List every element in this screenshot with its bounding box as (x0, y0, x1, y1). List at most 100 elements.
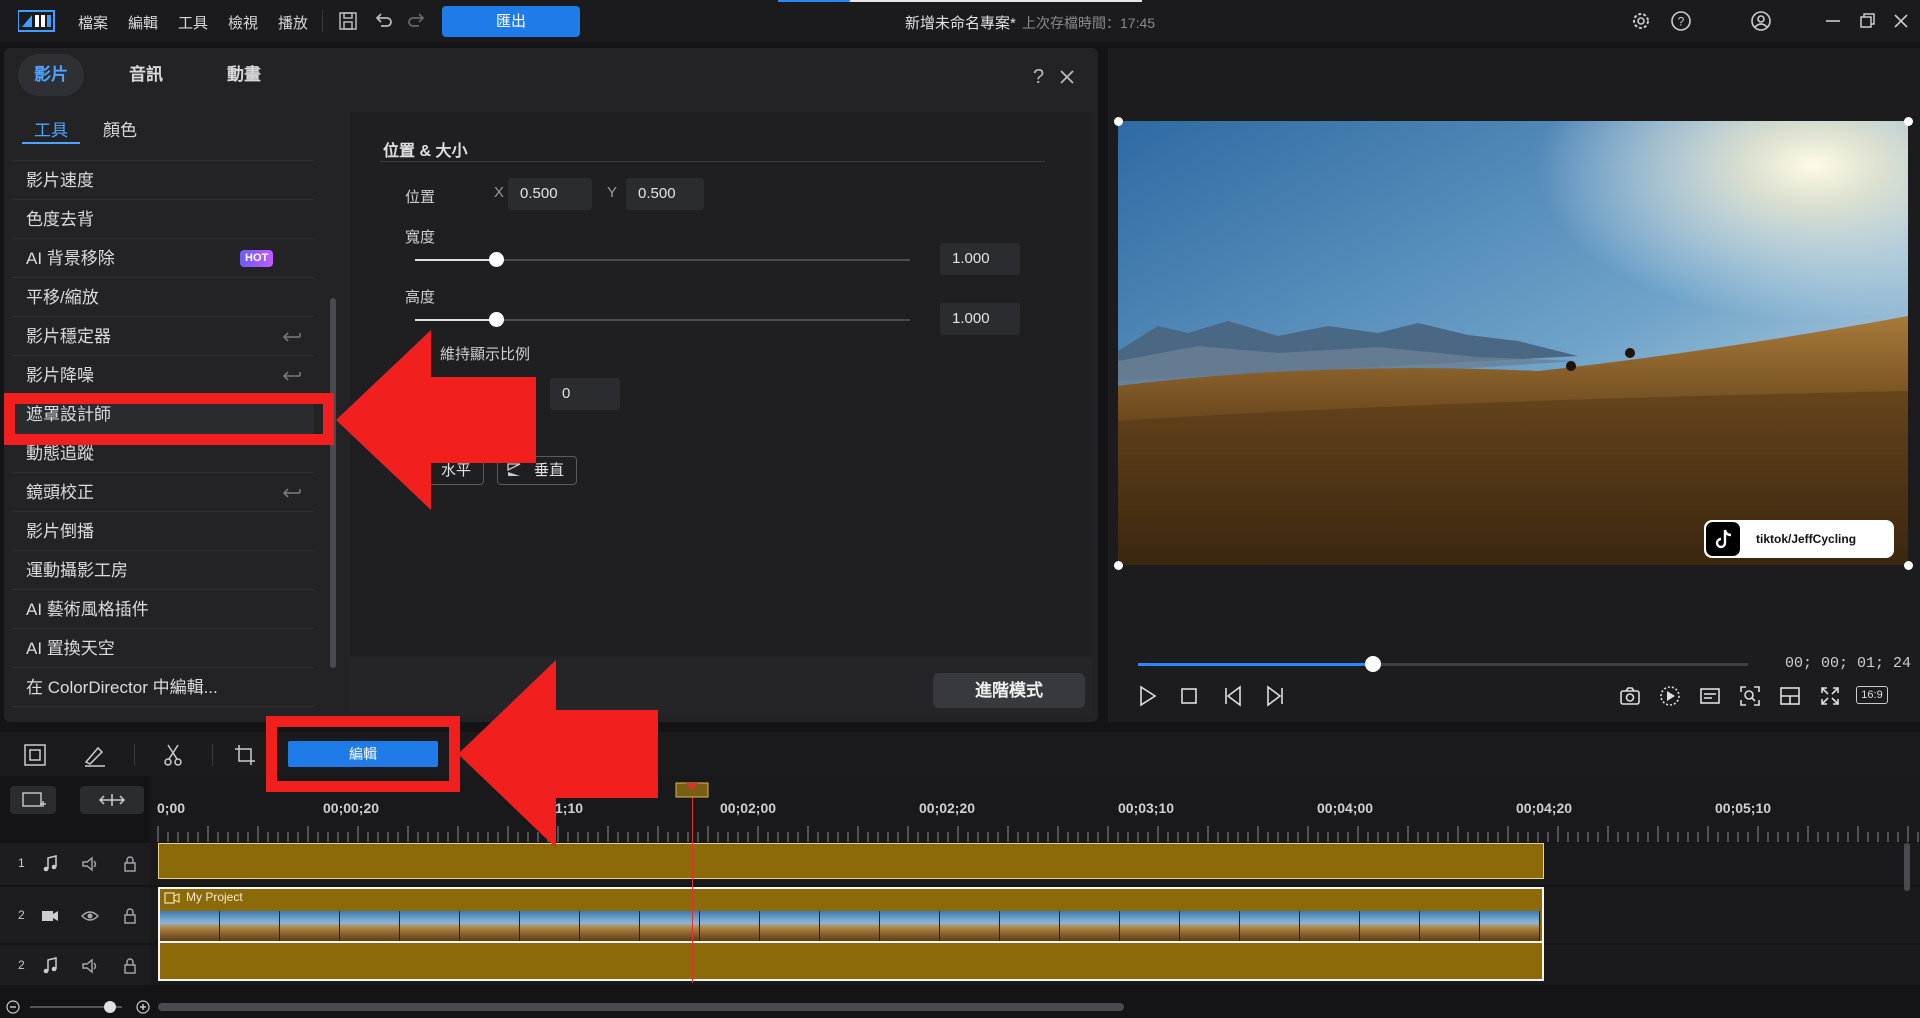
draw-icon[interactable] (82, 742, 108, 768)
audio-clip[interactable] (158, 843, 1544, 879)
menu-tools[interactable]: 工具 (178, 12, 208, 33)
rotation-input[interactable]: 0 (550, 378, 620, 410)
resize-handle[interactable] (1114, 117, 1123, 126)
timeline-vertical-scrollbar[interactable] (1904, 843, 1910, 891)
resize-handle[interactable] (1904, 561, 1913, 570)
menu-view[interactable]: 檢視 (228, 12, 258, 33)
restore-icon[interactable] (1856, 10, 1878, 32)
height-slider-handle[interactable] (489, 312, 504, 327)
width-slider-handle[interactable] (489, 252, 504, 267)
tool-action-camera-center[interactable]: 運動攝影工房 (12, 551, 314, 590)
subtitle-icon[interactable] (1698, 684, 1722, 708)
fullscreen-icon[interactable] (1818, 684, 1842, 708)
advanced-mode-button[interactable]: 進階模式 (933, 673, 1085, 708)
stop-icon[interactable] (1177, 684, 1201, 708)
tab-audio[interactable]: 音訊 (116, 54, 176, 96)
aspect-ratio-button[interactable]: 16:9 (1856, 686, 1888, 704)
tool-label: 運動攝影工房 (26, 561, 128, 580)
tool-label: AI 藝術風格插件 (26, 600, 149, 619)
tool-video-speed[interactable]: 影片速度 (12, 161, 314, 200)
next-frame-icon[interactable] (1262, 684, 1286, 708)
filmstrip-thumbnail (400, 911, 460, 941)
speaker-icon[interactable] (80, 956, 100, 976)
toolbar-divider (212, 744, 213, 766)
zoom-slider-handle[interactable] (104, 1001, 116, 1013)
previous-frame-icon[interactable] (1222, 684, 1246, 708)
resize-handle[interactable] (1904, 117, 1913, 126)
music-note-icon (43, 855, 57, 872)
ruler-label: 00;02;20 (919, 800, 976, 816)
snapshot-icon[interactable] (1618, 684, 1642, 708)
panel-close-icon[interactable] (1058, 68, 1076, 86)
tool-ai-sky-replacement[interactable]: AI 置換天空 (12, 629, 314, 668)
resize-handle[interactable] (1114, 561, 1123, 570)
tab-video[interactable]: 影片 (18, 54, 84, 96)
close-window-icon[interactable] (1890, 10, 1912, 32)
filmstrip-thumbnail (160, 911, 220, 941)
lock-icon[interactable] (120, 854, 140, 874)
preview-quality-icon[interactable] (1658, 684, 1682, 708)
tool-video-stabilizer[interactable]: 影片穩定器 (12, 317, 314, 356)
save-icon[interactable] (337, 10, 359, 32)
tool-video-denoise[interactable]: 影片降噪 (12, 356, 314, 395)
filmstrip-thumbnail (640, 911, 700, 941)
position-y-input[interactable]: 0.500 (626, 178, 704, 210)
grid-lines-icon[interactable] (1778, 684, 1802, 708)
tool-ai-background-removal[interactable]: AI 背景移除 HOT (12, 239, 314, 278)
menu-edit[interactable]: 編輯 (128, 12, 158, 33)
undo-icon[interactable] (372, 10, 394, 32)
minimize-icon[interactable] (1822, 10, 1844, 32)
reset-icon[interactable] (280, 329, 302, 345)
reset-icon[interactable] (280, 485, 302, 501)
tool-pan-zoom[interactable]: 平移/縮放 (12, 278, 314, 317)
lock-icon[interactable] (120, 906, 140, 926)
fit-timeline-icon[interactable] (80, 786, 144, 814)
tool-lens-correction[interactable]: 鏡頭校正 (12, 473, 314, 512)
width-input[interactable]: 1.000 (940, 243, 1020, 275)
tool-label: 動態追蹤 (26, 444, 94, 463)
tab-animation[interactable]: 動畫 (212, 54, 276, 96)
menu-play[interactable]: 播放 (278, 12, 308, 33)
tool-chroma-key[interactable]: 色度去背 (12, 200, 314, 239)
height-input[interactable]: 1.000 (940, 303, 1020, 335)
tool-edit-in-colordirector[interactable]: 在 ColorDirector 中編輯... (12, 668, 314, 707)
highlight-box-mask-designer (4, 393, 334, 445)
height-label: 高度 (405, 289, 436, 306)
tool-label: 影片速度 (26, 171, 94, 190)
project-title: 新增未命名專案* (905, 15, 1016, 32)
tool-label: 影片倒播 (26, 522, 94, 541)
subtab-tools[interactable]: 工具 (34, 116, 68, 141)
position-x-input[interactable]: 0.500 (508, 178, 592, 210)
playback-scrubber[interactable] (1365, 656, 1381, 672)
filmstrip-thumbnail (1120, 911, 1180, 941)
video-clip[interactable]: My Project (158, 887, 1544, 943)
add-track-icon[interactable] (10, 786, 56, 814)
split-scissors-icon[interactable] (160, 742, 186, 768)
play-icon[interactable] (1135, 684, 1159, 708)
zoom-preview-icon[interactable] (1738, 684, 1762, 708)
crop-icon[interactable] (232, 742, 258, 768)
video-preview[interactable] (1118, 121, 1908, 565)
account-icon[interactable] (1750, 10, 1772, 32)
lock-icon[interactable] (120, 956, 140, 976)
reset-icon[interactable] (280, 368, 302, 384)
export-button[interactable]: 匯出 (442, 6, 580, 37)
panel-help-icon[interactable]: ? (1033, 66, 1044, 89)
settings-gear-icon[interactable] (1630, 10, 1652, 32)
subtab-color[interactable]: 顏色 (103, 116, 137, 141)
speaker-icon[interactable] (80, 854, 100, 874)
zoom-out-icon[interactable] (6, 1000, 20, 1014)
eye-icon[interactable] (80, 906, 100, 926)
redo-icon[interactable] (406, 10, 428, 32)
tool-ai-style-plugin[interactable]: AI 藝術風格插件 (12, 590, 314, 629)
video-camera-icon (42, 911, 58, 921)
linked-audio-clip[interactable] (158, 943, 1544, 981)
timeline-horizontal-scrollbar[interactable] (158, 1003, 1124, 1011)
select-mode-icon[interactable] (22, 742, 48, 768)
help-icon[interactable]: ? (1670, 10, 1692, 32)
tool-video-reverse[interactable]: 影片倒播 (12, 512, 314, 551)
zoom-in-icon[interactable] (136, 1000, 150, 1014)
filmstrip-thumbnail (280, 911, 340, 941)
menu-file[interactable]: 檔案 (78, 12, 108, 33)
playhead-marker[interactable] (675, 780, 709, 800)
